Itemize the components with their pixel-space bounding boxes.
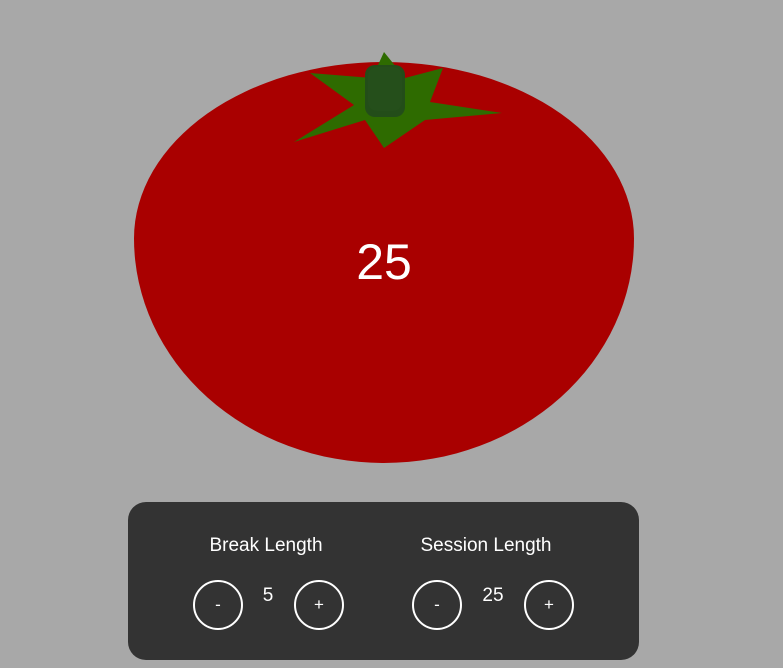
break-length-label: Break Length — [209, 535, 323, 556]
break-length-value: 5 — [262, 585, 274, 606]
stem-highlight — [368, 67, 402, 111]
session-decrement-button[interactable]: - — [412, 580, 462, 630]
session-increment-button[interactable]: + — [524, 580, 574, 630]
break-increment-button[interactable]: + — [294, 580, 344, 630]
session-length-value: 25 — [482, 585, 504, 606]
session-length-label: Session Length — [420, 535, 552, 556]
tomato-calyx-icon — [294, 52, 502, 148]
session-length-group: Session Length - 25 + — [386, 502, 586, 660]
timer-display: 25 — [356, 234, 412, 290]
settings-panel: Break Length - 5 + Session Length - 25 + — [128, 502, 639, 660]
break-decrement-button[interactable]: - — [193, 580, 243, 630]
pomodoro-app: 25 Break Length - 5 + Session Length - 2… — [0, 0, 783, 668]
break-length-group: Break Length - 5 + — [166, 502, 366, 660]
